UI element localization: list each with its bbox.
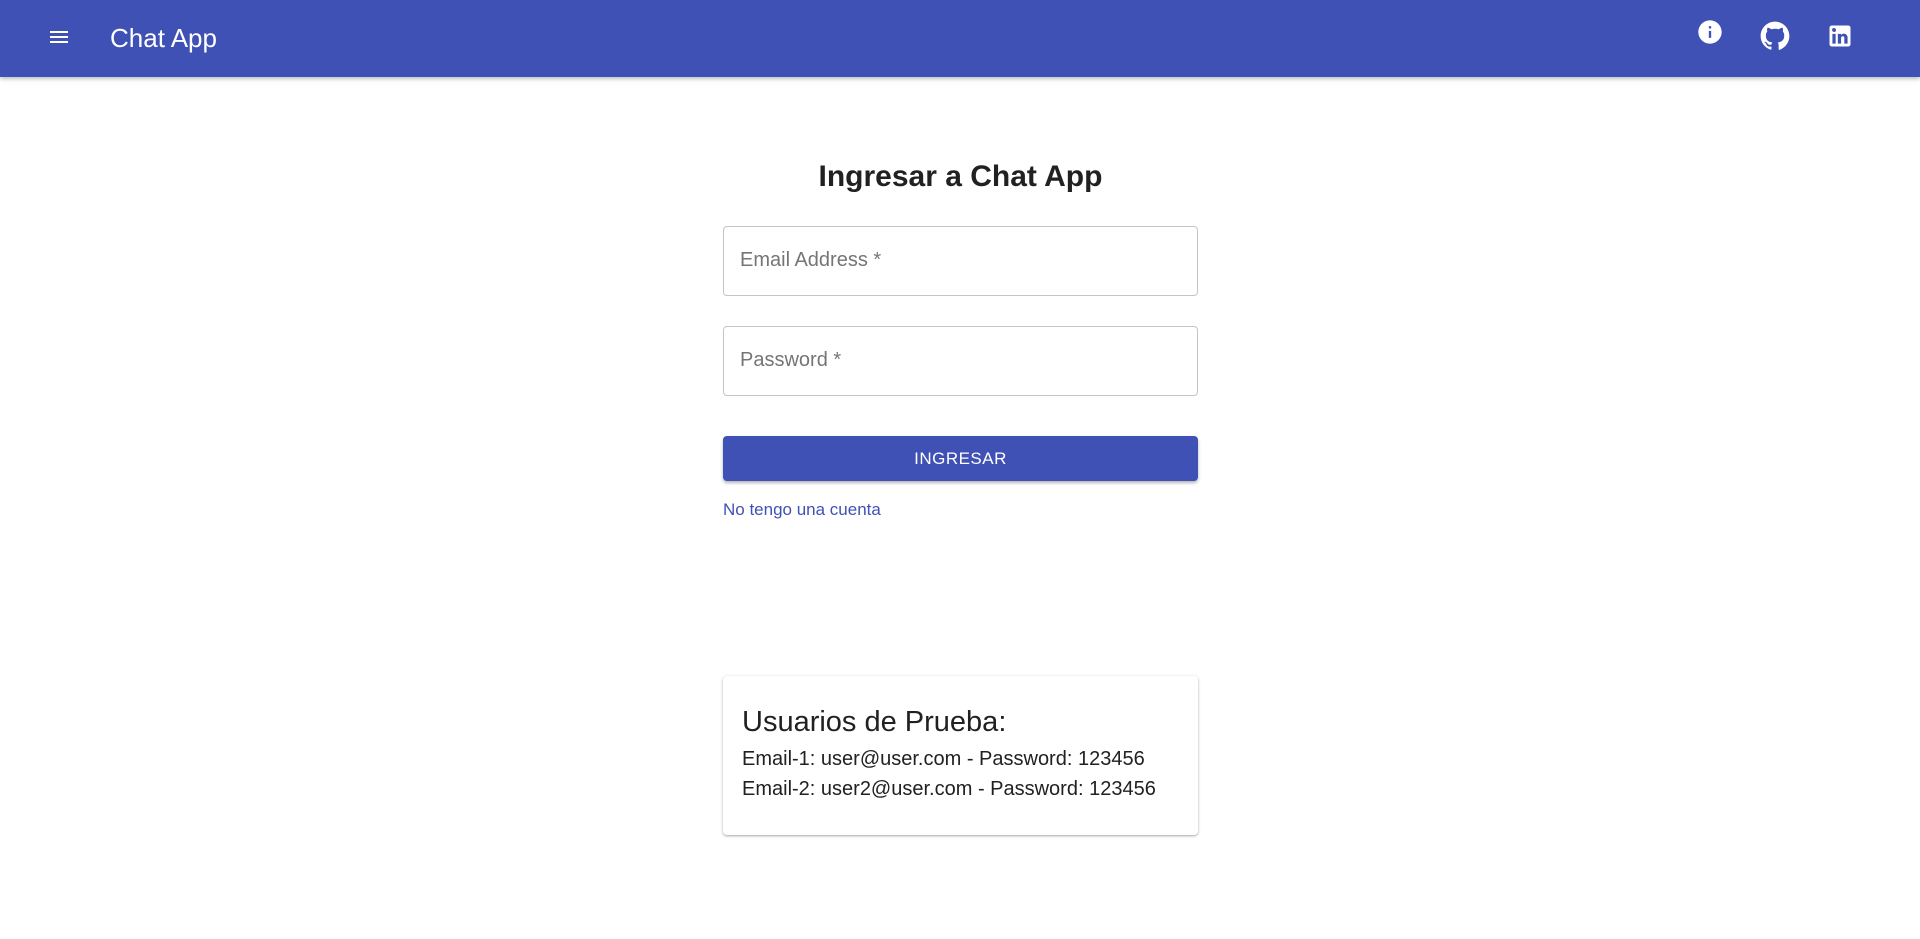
page-title: Ingresar a Chat App — [818, 160, 1103, 193]
password-label: Password * — [740, 349, 842, 371]
github-button[interactable] — [1751, 14, 1799, 62]
app-title: Chat App — [110, 23, 217, 53]
app-bar: Chat App — [0, 0, 1920, 77]
card-title: Usuarios de Prueba: — [742, 706, 1007, 738]
menu-button[interactable] — [39, 19, 79, 59]
register-link[interactable]: No tengo una cuenta — [723, 500, 881, 520]
email-field[interactable]: Email Address * — [723, 226, 1198, 296]
email-label: Email Address * — [740, 249, 882, 271]
test-user-line: Email-2: user2@user.com - Password: 1234… — [742, 778, 1156, 800]
linkedin-icon — [1826, 22, 1854, 55]
info-button[interactable] — [1686, 10, 1734, 58]
linkedin-button[interactable] — [1816, 14, 1864, 62]
login-form: Ingresar a Chat App Email Address * Pass… — [723, 150, 1198, 519]
login-button[interactable]: INGRESAR — [723, 436, 1198, 481]
test-users-card: Usuarios de Prueba: Email-1: user@user.c… — [723, 676, 1198, 835]
test-user-line: Email-1: user@user.com - Password: 12345… — [742, 748, 1145, 770]
github-icon — [1760, 21, 1790, 56]
menu-icon — [47, 25, 71, 54]
info-icon — [1696, 18, 1724, 51]
password-field[interactable]: Password * — [723, 326, 1198, 396]
